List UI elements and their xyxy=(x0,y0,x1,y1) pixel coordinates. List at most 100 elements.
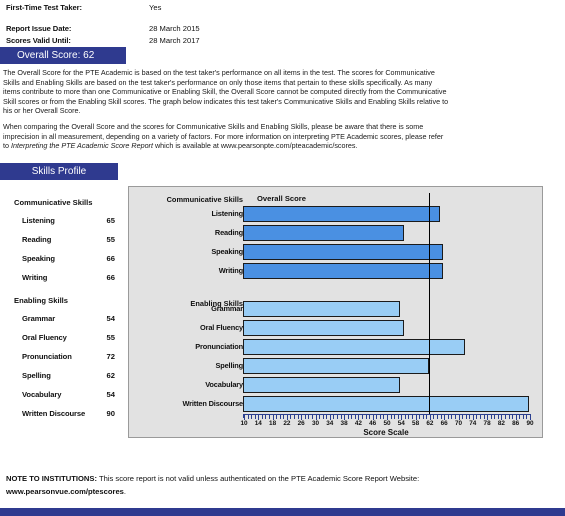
overall-score-description-paragraph: The Overall Score for the PTE Academic i… xyxy=(3,68,449,116)
axis-minor-tick xyxy=(279,415,281,419)
skill-name: Listening xyxy=(22,216,55,225)
skill-score-row: Grammar 54 xyxy=(0,312,125,331)
axis-minor-tick xyxy=(404,415,406,419)
axis-tick-label: 58 xyxy=(412,420,420,427)
axis-minor-tick xyxy=(490,415,492,419)
skill-score-value: 54 xyxy=(106,314,115,323)
axis-minor-tick xyxy=(265,415,267,419)
skills-score-list: Communicative Skills Listening 65 Reading 5… xyxy=(0,196,125,426)
chart-overall-score-header: Overall Score xyxy=(257,194,306,203)
axis-minor-tick xyxy=(336,415,338,419)
axis-tick-label: 50 xyxy=(383,420,391,427)
meta-row-first-time: First-Time Test Taker: Yes xyxy=(6,2,406,14)
note-text-part-2: . xyxy=(123,487,127,496)
axis-minor-tick xyxy=(512,415,514,419)
axis-minor-tick xyxy=(419,415,421,419)
chart-bar-label: Grammar xyxy=(211,304,243,313)
axis-minor-tick xyxy=(522,415,524,419)
chart-bar-row: Pronunciation xyxy=(129,338,542,357)
axis-tick-label: 54 xyxy=(397,420,405,427)
axis-tick-label: 62 xyxy=(426,420,434,427)
axis-tick-label: 46 xyxy=(369,420,377,427)
note-to-institutions-label: NOTE TO INSTITUTIONS: xyxy=(6,474,97,483)
skill-name: Writing xyxy=(22,273,48,282)
chart-bar-row: Grammar xyxy=(129,300,542,319)
chart-bar xyxy=(243,244,444,260)
bottom-accent-bar xyxy=(0,508,565,516)
axis-minor-tick xyxy=(308,415,310,419)
skill-score-value: 72 xyxy=(106,352,115,361)
skill-score-row: Spelling 62 xyxy=(0,369,125,388)
axis-minor-tick xyxy=(519,415,521,419)
chart-bar xyxy=(243,358,429,374)
chart-bar-label: Writing xyxy=(218,266,243,275)
axis-minor-tick xyxy=(276,415,278,419)
chart-bar-row: Speaking xyxy=(129,243,542,262)
axis-minor-tick xyxy=(412,415,414,419)
axis-minor-tick xyxy=(251,415,253,419)
overall-score-banner: Overall Score: 62 xyxy=(0,47,126,64)
chart-bar-row: Oral Fluency xyxy=(129,319,542,338)
chart-bar-row: Reading xyxy=(129,224,542,243)
chart-bar-label: Speaking xyxy=(211,247,243,256)
axis-tick-label: 66 xyxy=(440,420,448,427)
skill-score-row: Vocabulary 54 xyxy=(0,388,125,407)
axis-minor-tick xyxy=(322,415,324,419)
axis-tick-label: 14 xyxy=(254,420,262,427)
axis-minor-tick xyxy=(437,415,439,419)
skill-score-value: 62 xyxy=(106,371,115,380)
skill-name: Grammar xyxy=(22,314,56,323)
skill-score-row: Speaking 66 xyxy=(0,252,125,271)
axis-minor-tick xyxy=(397,415,399,419)
chart-bar-row: Listening xyxy=(129,205,542,224)
axis-minor-tick xyxy=(508,415,510,419)
note-text-part-1: This score report is not valid unless au… xyxy=(96,474,420,483)
axis-minor-tick xyxy=(483,415,485,419)
chart-bar-label: Spelling xyxy=(215,361,243,370)
skill-name: Speaking xyxy=(22,254,55,263)
axis-minor-tick xyxy=(394,415,396,419)
axis-minor-tick xyxy=(361,415,363,419)
chart-x-axis: 10 14 18 22 26 30 34 38 42 46 50 54 58 62 66 70 74 78 82 86… xyxy=(240,414,534,427)
axis-tick-label: 30 xyxy=(311,420,320,427)
skill-score-value: 55 xyxy=(106,333,115,342)
axis-minor-tick xyxy=(451,415,453,419)
chart-bar-label: Written Discourse xyxy=(182,399,243,408)
axis-minor-tick xyxy=(379,415,381,419)
skill-name: Spelling xyxy=(22,371,51,380)
axis-minor-tick xyxy=(479,415,481,419)
chart-bar-label: Vocabulary xyxy=(205,380,243,389)
axis-minor-tick xyxy=(254,415,256,419)
skill-score-value: 54 xyxy=(106,390,115,399)
axis-minor-tick xyxy=(283,415,285,419)
first-time-test-taker-label: First-Time Test Taker: xyxy=(6,3,82,12)
axis-minor-tick xyxy=(261,415,263,419)
axis-minor-tick xyxy=(469,415,471,419)
enabling-skills-rows: Grammar 54 Oral Fluency 55 Pronunciation 72 Sp… xyxy=(0,312,125,426)
axis-minor-tick xyxy=(311,415,313,419)
axis-minor-tick xyxy=(290,415,292,419)
axis-minor-tick xyxy=(454,415,456,419)
report-issue-date-label: Report Issue Date: xyxy=(6,24,72,33)
chart-bar-row: Spelling xyxy=(129,357,542,376)
meta-row-issue-date: Report Issue Date: 28 March 2015 xyxy=(6,23,406,35)
chart-bar xyxy=(243,377,401,393)
skill-score-value: 65 xyxy=(106,216,115,225)
chart-bar-label: Oral Fluency xyxy=(200,323,243,332)
axis-minor-tick xyxy=(433,415,435,419)
chart-bar-row: Written Discourse xyxy=(129,395,542,414)
axis-minor-tick xyxy=(354,415,356,419)
scores-valid-until-value: 28 March 2017 xyxy=(149,36,200,45)
skill-name: Reading xyxy=(22,235,52,244)
axis-tick-label: 70 xyxy=(454,420,463,427)
axis-minor-tick xyxy=(347,415,349,419)
axis-tick-label: 74 xyxy=(469,420,477,427)
axis-minor-tick xyxy=(383,415,385,419)
axis-minor-tick xyxy=(426,415,428,419)
axis-minor-tick xyxy=(526,415,528,419)
axis-tick-label: 34 xyxy=(326,420,334,427)
chart-x-axis-title: Score Scale xyxy=(363,428,409,437)
axis-minor-tick xyxy=(447,415,449,419)
axis-minor-tick xyxy=(476,415,478,419)
axis-minor-tick xyxy=(462,415,464,419)
